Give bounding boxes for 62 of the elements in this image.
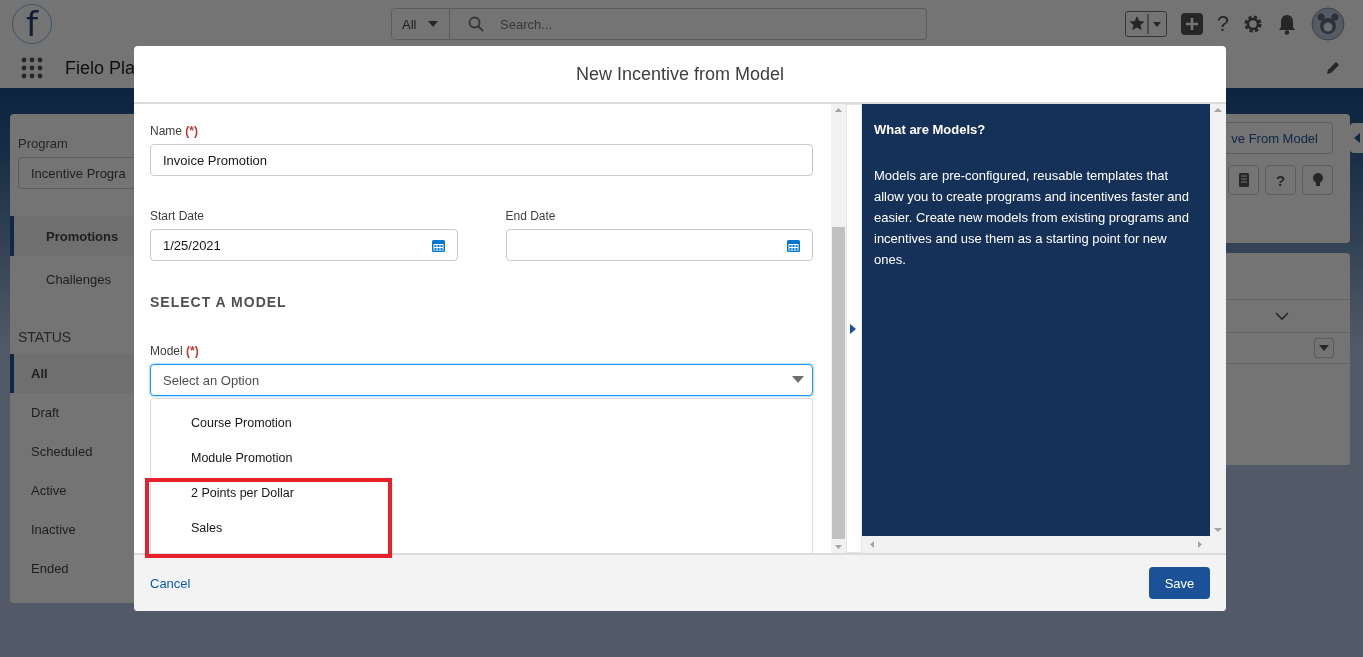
chevron-down-icon[interactable] [1275, 311, 1289, 321]
save-button[interactable]: Save [1149, 567, 1210, 599]
scope-dropdown[interactable]: All [391, 8, 450, 40]
modal-title: New Incentive from Model [575, 63, 785, 85]
name-input[interactable]: Invoice Promotion [150, 144, 813, 176]
calendar-icon[interactable] [787, 238, 800, 252]
start-date-field[interactable]: 1/25/2021 [150, 229, 458, 261]
status-item[interactable]: Scheduled [10, 432, 134, 471]
status-heading: STATUS [17, 329, 73, 345]
bell-icon[interactable] [1277, 13, 1297, 35]
section-item[interactable]: Challenges [10, 259, 134, 299]
lightbulb-button[interactable] [1302, 165, 1333, 195]
field-label: Start Date [150, 209, 205, 223]
search-icon [468, 16, 484, 32]
model-combobox[interactable]: Select an Option [150, 364, 813, 396]
help-icon[interactable]: ? [1216, 11, 1229, 37]
caret-left-icon [1353, 133, 1360, 143]
lightbulb-icon [1311, 173, 1324, 187]
caret-right-icon [850, 324, 856, 334]
status-item[interactable]: Inactive [10, 510, 134, 549]
avatar-icon[interactable] [1311, 7, 1345, 41]
vertical-scrollbar[interactable] [831, 104, 846, 553]
help-button[interactable]: ? [1265, 165, 1296, 195]
status-item[interactable]: All [10, 354, 134, 393]
option-item[interactable]: Sales [151, 510, 812, 545]
notebook-button[interactable] [1228, 165, 1259, 195]
field-label: Model [150, 344, 183, 358]
favorites-button[interactable] [1124, 11, 1167, 37]
section-item[interactable]: Promotions [10, 216, 134, 256]
row-menu-button[interactable] [1314, 338, 1334, 358]
status-item[interactable]: Draft [10, 393, 134, 432]
horizontal-scrollbar[interactable] [862, 536, 1210, 553]
pencil-icon[interactable] [1325, 60, 1341, 76]
field-label: End Date [505, 209, 556, 223]
field-label: Name [150, 124, 182, 138]
status-item[interactable]: Ended [10, 549, 134, 588]
from-model-button[interactable]: ve From Model [1225, 122, 1333, 154]
plus-icon[interactable] [1180, 13, 1203, 35]
splitter-handle[interactable] [846, 104, 862, 553]
info-title: What are Models? [874, 122, 987, 137]
calendar-icon[interactable] [431, 238, 445, 252]
search-field[interactable]: Search... [450, 8, 927, 40]
vertical-scrollbar[interactable] [1210, 104, 1226, 553]
field-label: Program [17, 136, 69, 151]
cancel-link[interactable]: Cancel [150, 575, 191, 591]
caret-down-icon [427, 20, 439, 28]
option-item[interactable]: 2 Points per Dollar [151, 475, 812, 510]
app-launcher-icon[interactable] [21, 57, 43, 79]
end-date-field[interactable] [505, 229, 813, 261]
caret-down-icon [1319, 345, 1329, 351]
settings-icon[interactable] [1243, 14, 1263, 34]
required-mark: (*) [186, 344, 199, 358]
section-heading: SELECT A MODEL [150, 294, 288, 310]
required-mark: (*) [185, 124, 199, 138]
option-item[interactable]: Course Promotion [151, 405, 812, 440]
info-text: Models are pre-configured, reusable templates that allow you to create programs and incentives faster and easier. Create new models from existing programs and incentives and use them as a starting point for new ones. [874, 167, 1191, 269]
caret-down-icon [792, 376, 804, 384]
option-item[interactable]: Module Promotion [151, 440, 812, 475]
collapse-tab[interactable] [1350, 123, 1363, 153]
status-item[interactable]: Active [10, 471, 134, 510]
notebook-icon [1237, 173, 1250, 187]
app-name: Fielo Pla [65, 57, 136, 79]
